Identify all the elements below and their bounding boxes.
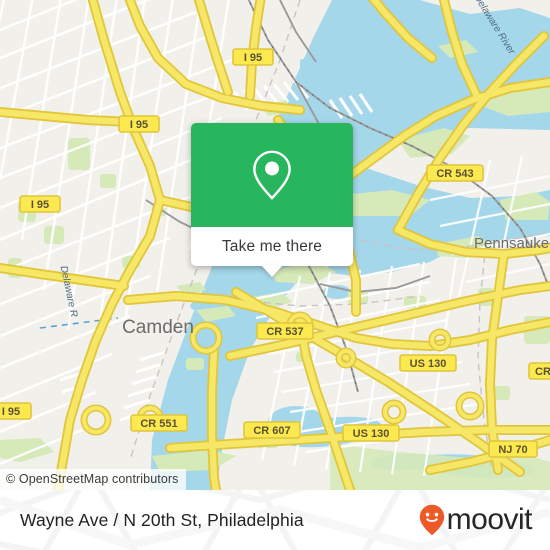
location-pin-icon — [253, 150, 291, 200]
shield-cr-edge[interactable]: CR — [528, 362, 550, 380]
shield-i95-c[interactable]: I 95 — [19, 195, 61, 213]
shield-i95-d[interactable]: I 95 — [0, 402, 32, 420]
shield-cr537[interactable]: CR 537 — [256, 322, 314, 340]
shield-label: I 95 — [130, 119, 148, 131]
place-label-pennsauken: Pennsauken — [474, 235, 550, 252]
shield-cr551[interactable]: CR 551 — [130, 414, 188, 432]
shield-label: CR 537 — [266, 326, 303, 338]
shield-label: US 130 — [410, 358, 447, 370]
shield-label: CR — [535, 366, 550, 378]
place-label-camden: Camden — [122, 317, 194, 338]
location-popup-card[interactable]: Take me there — [191, 123, 353, 277]
shield-nj70[interactable]: NJ 70 — [488, 440, 538, 458]
shield-label: CR 607 — [253, 425, 290, 437]
shield-label: I 95 — [31, 199, 49, 211]
footer-location-title: Wayne Ave / N 20th St, Philadelphia — [20, 509, 304, 530]
shield-label: I 95 — [2, 406, 20, 418]
map-screen: Camden Pennsauken Delaware River Delawar… — [0, 0, 550, 550]
shield-cr607[interactable]: CR 607 — [243, 421, 301, 439]
moovit-wordmark: moovit — [446, 503, 533, 536]
shield-i95-a[interactable]: I 95 — [232, 48, 274, 66]
shield-label: I 95 — [244, 52, 262, 64]
popup-image-area — [191, 123, 353, 227]
shield-us130-b[interactable]: US 130 — [342, 424, 400, 442]
popup-action-bar[interactable]: Take me there — [191, 227, 353, 266]
osm-attribution[interactable]: © OpenStreetMap contributors — [0, 469, 186, 490]
shield-label: CR 543 — [436, 168, 473, 180]
shield-label: NJ 70 — [498, 444, 527, 456]
popup-pointer-tail — [261, 265, 283, 277]
shield-cr543[interactable]: CR 543 — [426, 164, 484, 182]
shield-i95-b[interactable]: I 95 — [118, 115, 160, 133]
footer-bar: Wayne Ave / N 20th St, Philadelphia moov… — [0, 490, 550, 550]
take-me-there-label: Take me there — [221, 237, 323, 255]
shield-label: CR 551 — [140, 418, 177, 430]
moovit-smiling-pin-icon — [419, 504, 444, 536]
moovit-logo[interactable]: moovit — [419, 503, 533, 536]
shield-label: US 130 — [353, 428, 390, 440]
shield-us130-a[interactable]: US 130 — [399, 354, 457, 372]
